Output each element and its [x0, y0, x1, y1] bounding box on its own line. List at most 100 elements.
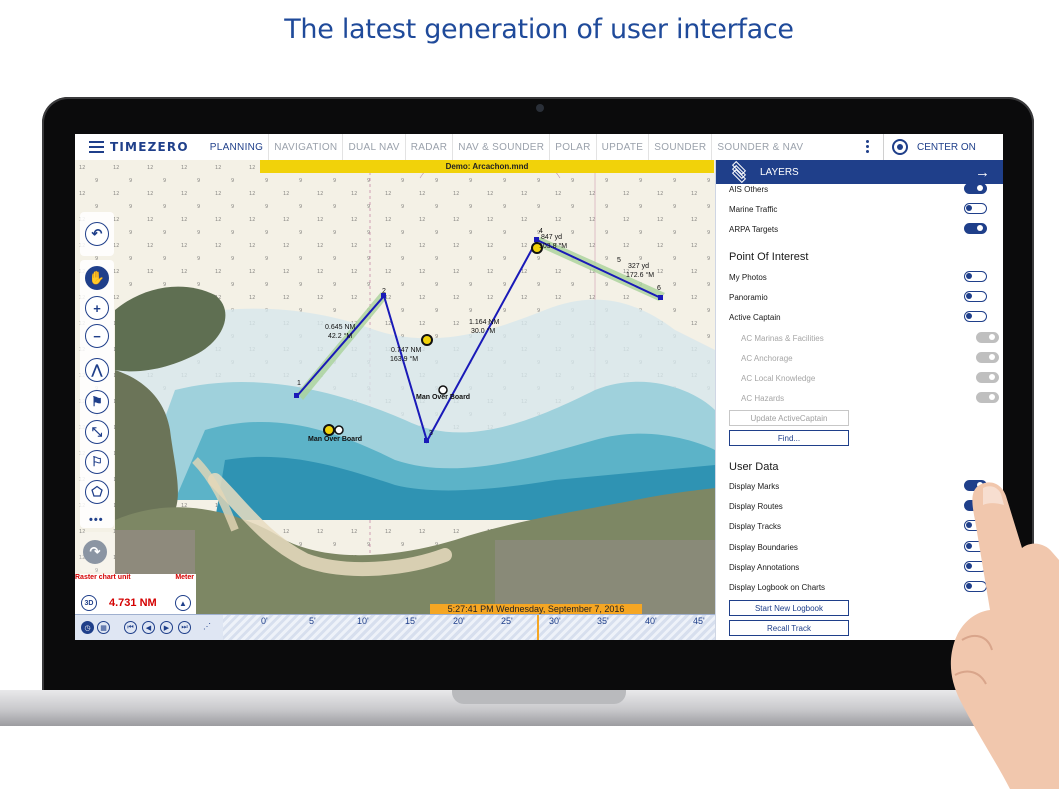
toggle-switch — [976, 332, 999, 343]
timeline-tick: 35' — [597, 616, 609, 626]
pan-hand-button[interactable]: ✋ — [85, 266, 109, 290]
toggle-switch[interactable] — [964, 203, 987, 214]
north-up-icon[interactable]: ▲ — [175, 595, 191, 611]
layer-label: AC Hazards — [741, 393, 785, 403]
boundary-button[interactable]: ⬠ — [85, 480, 109, 504]
layer-row-display-tracks[interactable]: Display Tracks — [729, 517, 987, 535]
undo-arrow-icon: ↶ — [91, 226, 103, 241]
layer-row-display-annotations[interactable]: Display Annotations — [729, 558, 987, 576]
layer-row-active-captain[interactable]: Active Captain — [729, 308, 987, 326]
layer-label: AIS Others — [729, 184, 769, 194]
timeline-now-marker[interactable] — [537, 615, 539, 640]
play-icon[interactable]: ▶ — [160, 621, 173, 634]
3d-button[interactable]: 3D — [81, 595, 97, 611]
measure-button[interactable]: ⋀ — [85, 358, 109, 382]
section-point-of-interest: Point Of Interest — [729, 251, 809, 263]
route-button[interactable]: ⤡ — [85, 420, 109, 444]
calendar-icon[interactable]: ▦ — [97, 621, 110, 634]
compass-divider-icon: ⋀ — [91, 362, 103, 377]
update-activecaptain-button[interactable]: Update ActiveCaptain — [729, 410, 849, 426]
route-icon: ⤡ — [91, 424, 103, 439]
zoom-in-icon: + — [93, 300, 101, 316]
timeline-ruler[interactable]: 0' 5' 10' 15' 20' 25' 30' 35' 40' 45' — [223, 615, 715, 640]
skip-forward-icon[interactable]: ⏭ — [178, 621, 191, 634]
layer-label: My Photos — [729, 272, 767, 282]
toggle-switch[interactable] — [964, 520, 987, 531]
track-button[interactable]: ⚐ — [85, 450, 109, 474]
more-tools-icon[interactable]: ••• — [89, 514, 104, 526]
toggle-switch[interactable] — [964, 291, 987, 302]
layer-row-panoramio[interactable]: Panoramio — [729, 288, 987, 306]
toggle-switch[interactable] — [964, 271, 987, 282]
route-flag-icon: ⚐ — [91, 454, 103, 469]
start-new-logbook-button[interactable]: Start New Logbook — [729, 600, 849, 616]
mark-button[interactable]: ⚑ — [85, 390, 109, 414]
layer-row-ais-others[interactable]: AIS Others — [729, 180, 987, 198]
leg-distance: 847 yd — [541, 234, 563, 241]
timeline-tick: 20' — [453, 616, 465, 626]
tab-update[interactable]: UPDATE — [595, 134, 649, 160]
tab-sounder-nav[interactable]: SOUNDER & NAV — [711, 134, 808, 160]
leg-distance: 327 yd — [628, 263, 650, 270]
layer-row-display-boundaries[interactable]: Display Boundaries — [729, 538, 987, 556]
layers-title: LAYERS — [760, 166, 799, 178]
layer-label: Display Logbook on Charts — [729, 582, 826, 592]
layer-label: Display Marks — [729, 481, 780, 491]
leg-distance: 0.747 NM — [391, 347, 422, 354]
tab-dual-nav[interactable]: DUAL NAV — [342, 134, 404, 160]
layer-row-marine-traffic[interactable]: Marine Traffic — [729, 200, 987, 218]
timeline-tick: 0' — [261, 616, 268, 626]
clock-icon[interactable]: ◷ — [81, 621, 94, 634]
toggle-switch[interactable] — [964, 581, 987, 592]
chart-view[interactable]: 12 9 — [75, 160, 715, 615]
waypoint-label: 6 — [657, 285, 661, 292]
leg-bearing: 42.2 °M — [328, 333, 353, 340]
hamburger-icon[interactable] — [89, 141, 104, 153]
section-user-data: User Data — [729, 461, 779, 473]
timeline-scale-icon[interactable]: ⋰ — [203, 622, 211, 631]
center-on-button[interactable]: CENTER ON — [883, 134, 976, 160]
layer-label: Display Boundaries — [729, 542, 798, 552]
zoom-out-button[interactable]: − — [85, 324, 109, 348]
center-on-label: CENTER ON — [917, 141, 976, 153]
toggle-switch[interactable] — [964, 500, 987, 511]
layer-row-arpa-targets[interactable]: ARPA Targets — [729, 220, 987, 238]
timeline-tick: 15' — [405, 616, 417, 626]
toggle-switch[interactable] — [964, 311, 987, 322]
step-back-icon[interactable]: ◀ — [142, 621, 155, 634]
timeline-tick: 5' — [309, 616, 316, 626]
find-button[interactable]: Find... — [729, 430, 849, 446]
toggle-switch[interactable] — [964, 561, 987, 572]
recall-track-button[interactable]: Recall Track — [729, 620, 849, 636]
arrow-right-icon[interactable]: → — [975, 164, 990, 181]
tab-radar[interactable]: RADAR — [404, 134, 453, 160]
zoom-in-button[interactable]: + — [85, 296, 109, 320]
tab-sounder[interactable]: SOUNDER — [648, 134, 711, 160]
layer-row-display-marks[interactable]: Display Marks — [729, 477, 987, 495]
laptop-notch — [452, 690, 626, 704]
timeline-tick: 40' — [645, 616, 657, 626]
tab-polar[interactable]: POLAR — [549, 134, 595, 160]
toggle-switch[interactable] — [964, 480, 987, 491]
skip-back-icon[interactable]: ⏮ — [124, 621, 137, 634]
tab-navigation[interactable]: NAVIGATION — [268, 134, 342, 160]
timeline-tick: 30' — [549, 616, 561, 626]
toggle-switch[interactable] — [964, 183, 987, 194]
layer-row-display-logbook[interactable]: Display Logbook on Charts — [729, 578, 987, 596]
meter-label: Meter — [175, 574, 194, 581]
layer-label: Display Annotations — [729, 562, 800, 572]
undo-button[interactable]: ↶ — [85, 222, 109, 246]
toggle-switch[interactable] — [964, 223, 987, 234]
tab-nav-sounder[interactable]: NAV & SOUNDER — [452, 134, 549, 160]
tab-planning[interactable]: PLANNING — [205, 134, 269, 160]
timeline-tick: 10' — [357, 616, 369, 626]
layer-row-my-photos[interactable]: My Photos — [729, 268, 987, 286]
layer-label: Display Routes — [729, 501, 783, 511]
leg-distance: 0.645 NM — [325, 324, 356, 331]
more-options-icon[interactable] — [866, 140, 869, 153]
redo-button[interactable]: ↷ — [83, 540, 107, 564]
toggle-switch[interactable] — [964, 541, 987, 552]
layer-row-display-routes[interactable]: Display Routes — [729, 497, 987, 515]
leg-bearing: 172.6 °M — [626, 272, 655, 279]
layer-row-ac-marinas: AC Marinas & Facilities — [729, 329, 999, 347]
